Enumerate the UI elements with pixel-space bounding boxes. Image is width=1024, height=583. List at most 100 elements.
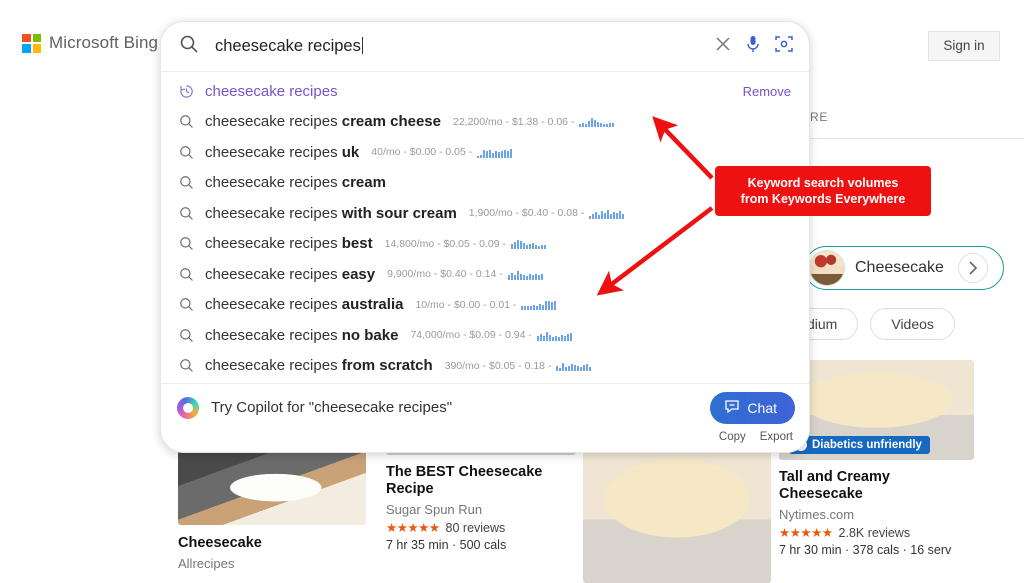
microsoft-bing-logo[interactable]: Microsoft Bing [22,33,158,53]
search-icon [179,236,205,251]
suggestion-item[interactable]: cheesecake recipes cream [161,168,809,199]
result-review-count: 2.8K reviews [838,525,911,540]
result-title[interactable]: Tall and Creamy Cheesecake [779,469,974,503]
recipe-results-row: Cheesecake Allrecipes The BEST Cheesecak… [0,335,1024,583]
result-source: Allrecipes [178,556,235,571]
suggestion-item[interactable]: cheesecake recipes no bake 74,000/mo - $0… [161,320,809,351]
suggestion-text: cheesecake recipes no bake [205,326,399,344]
suggestion-item[interactable]: cheesecake recipes easy 9,900/mo - $0.40 … [161,259,809,290]
result-card[interactable]: Cheesecake Allrecipes [178,440,366,571]
filter-chip-videos[interactable]: Videos [870,308,955,340]
search-icon [179,206,205,221]
suggestion-item[interactable]: cheesecake recipes australia 10/mo - $0.0… [161,290,809,321]
keyword-metrics-text: 14,800/mo - $0.05 - 0.09 - [384,237,506,250]
search-icon [179,328,205,343]
search-bar[interactable]: cheesecake recipes [161,22,809,72]
suggestion-text: cheesecake recipes with sour cream [205,204,457,222]
trend-sparkline [511,238,546,250]
result-source: Nytimes.com [779,507,855,522]
keywords-everywhere-footer: Copy Export [161,431,809,452]
keyword-metrics-text: 9,900/mo - $0.40 - 0.14 - [387,268,503,281]
search-bar-actions [715,35,793,58]
copilot-banner: Try Copilot for "cheesecake recipes" Cha… [161,383,809,431]
search-dropdown-panel: cheesecake recipes cheesecake recipes Re… [160,21,810,453]
copilot-prompt: Try Copilot for "cheesecake recipes" [211,399,453,416]
suggestion-text: cheesecake recipes [205,82,338,100]
export-link[interactable]: Export [760,431,793,443]
microphone-icon[interactable] [745,35,761,58]
entity-chip-cheesecake[interactable]: Cheesecake [804,246,1004,290]
copilot-logo-icon [177,396,199,419]
suggestion-text: cheesecake recipes best [205,235,373,253]
keyword-metrics: 22,200/mo - $1.38 - 0.06 - [453,115,615,128]
keyword-metrics-text: 10/mo - $0.00 - 0.01 - [415,298,517,311]
chat-bubble-icon [724,398,740,417]
keyword-metrics: 40/mo - $0.00 - 0.05 - [371,146,513,159]
result-card[interactable] [583,442,771,583]
star-rating-icon: ★★★★★ [386,521,440,535]
suggestion-text: cheesecake recipes australia [205,296,404,314]
search-icon [179,145,205,160]
search-icon [179,114,205,129]
recipe-image[interactable] [583,442,771,583]
visual-search-icon[interactable] [775,35,793,58]
search-input[interactable]: cheesecake recipes [215,37,715,56]
nav-divider [800,138,1024,139]
copilot-chat-button[interactable]: Chat [710,391,795,424]
copy-link[interactable]: Copy [719,431,746,443]
keyword-metrics-text: 40/mo - $0.00 - 0.05 - [371,146,473,159]
keyword-metrics: 10/mo - $0.00 - 0.01 - [415,298,557,311]
remove-history-link[interactable]: Remove [743,84,791,99]
result-source: Sugar Spun Run [386,502,483,517]
result-meta: 7 hr 30 min · 378 cals · 16 serv [779,543,952,557]
keyword-metrics-text: 74,000/mo - $0.09 - 0.94 - [410,329,532,342]
suggestion-text: cheesecake recipes easy [205,265,376,283]
suggestion-item[interactable]: cheesecake recipes from scratch 390/mo - … [161,351,809,382]
suggestion-item[interactable]: cheesecake recipes best 14,800/mo - $0.05… [161,229,809,260]
avatar [809,250,845,286]
text-caret [361,37,363,54]
suggestion-text: cheesecake recipes uk [205,143,360,161]
trend-sparkline [556,360,592,372]
keyword-metrics: 390/mo - $0.05 - 0.18 - [445,360,592,372]
search-icon [179,297,205,312]
star-rating-icon: ★★★★★ [779,526,833,540]
trend-sparkline [477,147,513,158]
annotation-line-2: from Keywords Everywhere [740,192,906,206]
keyword-metrics-text: 22,200/mo - $1.38 - 0.06 - [453,115,575,128]
search-icon [179,358,205,373]
suggestion-history-item[interactable]: cheesecake recipes Remove [161,76,809,107]
annotation-line-1: Keyword search volumes [747,176,899,190]
microsoft-logo-icon [22,33,41,53]
result-title[interactable]: Cheesecake [178,535,366,552]
suggestion-item[interactable]: cheesecake recipes with sour cream 1,900/… [161,198,809,229]
search-input-value: cheesecake recipes [215,37,361,55]
secondary-filter-row: dium Videos [786,308,955,340]
suggestion-text: cheesecake recipes cream [205,174,386,192]
suggestion-item[interactable]: cheesecake recipes uk 40/mo - $0.00 - 0.0… [161,137,809,168]
brand-wordmark: Microsoft Bing [49,33,159,52]
keyword-metrics: 1,900/mo - $0.40 - 0.08 - [469,207,625,219]
status-badge: ✓ Diabetics unfriendly [789,436,930,454]
keyword-metrics: 14,800/mo - $0.05 - 0.09 - [385,238,546,250]
keyword-metrics-text: 390/mo - $0.05 - 0.18 - [444,359,552,372]
keyword-metrics: 9,900/mo - $0.40 - 0.14 - [387,268,543,280]
suggestion-item[interactable]: cheesecake recipes cream cheese 22,200/mo… [161,107,809,138]
result-review-count: 80 reviews [445,520,506,535]
trend-sparkline [589,208,625,219]
trend-sparkline [579,116,615,128]
search-icon [179,175,205,190]
status-badge-label: Diabetics unfriendly [812,439,922,451]
keyword-metrics-text: 1,900/mo - $0.40 - 0.08 - [468,207,585,220]
result-title[interactable]: The BEST Cheesecake Recipe [386,464,576,498]
search-icon [179,267,205,282]
suggestion-list: cheesecake recipes Remove cheesecake rec… [161,72,809,383]
trend-sparkline [507,269,543,280]
sign-in-button[interactable]: Sign in [928,31,1000,61]
suggestion-text: cheesecake recipes from scratch [205,357,433,375]
suggestion-text: cheesecake recipes cream cheese [205,113,441,131]
chevron-right-icon[interactable] [957,253,988,283]
keyword-metrics: 74,000/mo - $0.09 - 0.94 - [410,329,572,342]
trend-sparkline [536,330,572,341]
close-icon[interactable] [715,36,731,57]
